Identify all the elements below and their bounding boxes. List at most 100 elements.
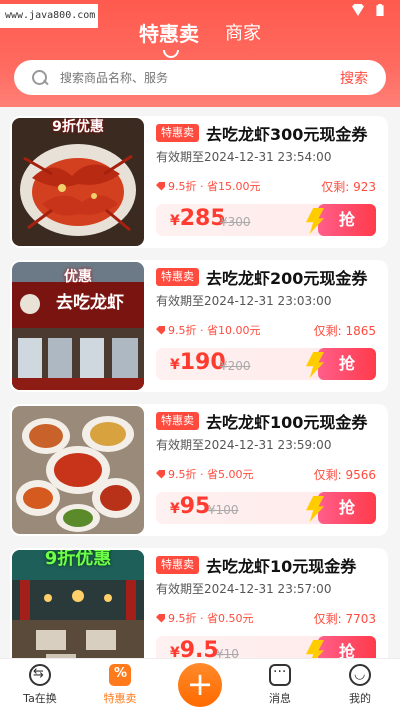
discount-text: 9.5折 · 省15.00元 — [168, 180, 261, 193]
discount-info: 9.5折 · 省15.00元 — [156, 178, 260, 194]
product-image — [12, 406, 144, 534]
current-price: ¥285 — [170, 206, 226, 231]
grab-button[interactable]: 抢 — [306, 348, 376, 380]
discount-info: 9.5折 · 省5.00元 — [156, 466, 253, 482]
grab-label: 抢 — [338, 642, 355, 658]
lightning-icon — [306, 496, 324, 522]
product-card[interactable]: 9折优惠 特惠卖 去吃龙虾10元现金券 有效期至2024-12-31 23:57… — [10, 548, 388, 658]
discount-info: 9.5折 · 省10.00元 — [156, 322, 260, 338]
original-price: ¥100 — [208, 503, 239, 517]
original-price: ¥300 — [220, 215, 251, 229]
product-card[interactable]: 优惠 去吃龙虾 特惠卖 去吃龙虾200元现金券 有效期至2024-12-31 2… — [10, 260, 388, 392]
tag-icon — [156, 181, 165, 191]
store-sign: 去吃龙虾 — [56, 293, 124, 313]
discount-text: 9.5折 · 省5.00元 — [168, 468, 254, 481]
lightning-icon — [306, 208, 324, 234]
price-value: 285 — [179, 206, 226, 231]
search-bar: 搜索 — [14, 60, 386, 95]
header: www.java800.com 特惠卖 商家 搜索 — [0, 0, 400, 107]
tabbar-label: Ta在换 — [23, 692, 57, 705]
price-bar: ¥9.5 ¥10 抢 — [156, 636, 376, 658]
thumb-caption: 优惠 — [64, 269, 92, 285]
discount-text: 9.5折 · 省10.00元 — [168, 324, 261, 337]
grab-button[interactable]: 抢 — [306, 636, 376, 658]
grab-label: 抢 — [338, 498, 355, 517]
price-bar: ¥285 ¥300 抢 — [156, 204, 376, 236]
stock-info: 仅剩: 1865 — [314, 322, 376, 339]
wifi-icon — [352, 4, 364, 16]
price-value: 9.5 — [179, 638, 219, 658]
message-icon — [269, 664, 291, 686]
stock-label: 仅剩: — [321, 180, 350, 194]
discount-text: 9.5折 · 省0.50元 — [168, 612, 254, 625]
tag-icon — [156, 325, 165, 335]
product-title: 去吃龙虾10元现金券 — [206, 557, 357, 576]
tabbar-label: 特惠卖 — [103, 692, 137, 705]
stock-count: 1865 — [345, 324, 376, 338]
stock-label: 仅剩: — [313, 468, 342, 482]
top-tabs: 特惠卖 商家 — [0, 20, 400, 58]
product-card[interactable]: 特惠卖 去吃龙虾100元现金券 有效期至2024-12-31 23:59:00 … — [10, 404, 388, 536]
product-card[interactable]: 9折优惠 特惠卖 去吃龙虾300元现金券 有效期至2024-12-31 23:5… — [10, 116, 388, 248]
bottom-tabbar: Ta在换 特惠卖 + 消息 我的 — [0, 658, 400, 712]
sale-badge: 特惠卖 — [156, 124, 199, 142]
tabbar-item-publish[interactable]: + — [160, 659, 240, 712]
product-title: 去吃龙虾200元现金券 — [206, 269, 368, 288]
grab-button[interactable]: 抢 — [306, 204, 376, 236]
stock-count: 7703 — [345, 612, 376, 626]
stock-count: 9566 — [345, 468, 376, 482]
original-price: ¥10 — [216, 647, 239, 658]
stock-label: 仅剩: — [313, 612, 342, 626]
currency-symbol: ¥ — [170, 213, 180, 229]
validity-date: 有效期至2024-12-31 23:57:00 — [156, 582, 332, 596]
status-bar — [352, 4, 386, 16]
stock-info: 仅剩: 923 — [321, 178, 376, 195]
price-bar: ¥95 ¥100 抢 — [156, 492, 376, 524]
tag-icon — [156, 469, 165, 479]
stock-info: 仅剩: 7703 — [314, 610, 376, 627]
tabbar-item-swap[interactable]: Ta在换 — [0, 659, 80, 712]
swap-icon — [29, 664, 51, 686]
grab-label: 抢 — [338, 354, 355, 373]
validity-date: 有效期至2024-12-31 23:03:00 — [156, 294, 332, 308]
validity-date: 有效期至2024-12-31 23:59:00 — [156, 438, 332, 452]
current-price: ¥190 — [170, 350, 226, 375]
current-price: ¥9.5 — [170, 638, 219, 658]
price-bar: ¥190 ¥200 抢 — [156, 348, 376, 380]
lightning-icon — [306, 640, 324, 658]
tab-special-sale[interactable]: 特惠卖 — [139, 20, 199, 58]
tag-icon — [156, 613, 165, 623]
currency-symbol: ¥ — [170, 645, 180, 658]
plus-icon[interactable]: + — [178, 663, 222, 707]
tabbar-item-profile[interactable]: 我的 — [320, 659, 400, 712]
currency-symbol: ¥ — [170, 357, 180, 373]
search-button[interactable]: 搜索 — [340, 68, 368, 88]
sale-badge: 特惠卖 — [156, 268, 199, 286]
product-title: 去吃龙虾300元现金券 — [206, 125, 368, 144]
search-input[interactable] — [60, 70, 340, 85]
grab-label: 抢 — [338, 210, 355, 229]
battery-icon — [376, 4, 384, 16]
product-list: 9折优惠 特惠卖 去吃龙虾300元现金券 有效期至2024-12-31 23:5… — [0, 107, 400, 658]
price-value: 190 — [179, 350, 226, 375]
currency-symbol: ¥ — [170, 501, 180, 517]
tabbar-label: 消息 — [269, 692, 291, 705]
sale-badge: 特惠卖 — [156, 412, 199, 430]
thumb-caption: 9折优惠 — [44, 550, 112, 569]
tab-merchants[interactable]: 商家 — [225, 20, 261, 48]
product-image: 9折优惠 — [12, 118, 144, 246]
product-image: 优惠 去吃龙虾 — [12, 262, 144, 390]
sale-badge: 特惠卖 — [156, 556, 199, 574]
thumb-caption: 9折优惠 — [52, 119, 104, 135]
validity-date: 有效期至2024-12-31 23:54:00 — [156, 150, 332, 164]
lightning-icon — [306, 352, 324, 378]
discount-info: 9.5折 · 省0.50元 — [156, 610, 253, 626]
product-image: 9折优惠 — [12, 550, 144, 658]
grab-button[interactable]: 抢 — [306, 492, 376, 524]
tabbar-label: 我的 — [349, 692, 371, 705]
stock-count: 923 — [353, 180, 376, 194]
tabbar-item-special-sale[interactable]: 特惠卖 — [80, 659, 160, 712]
product-title: 去吃龙虾100元现金券 — [206, 413, 368, 432]
current-price: ¥95 — [170, 494, 210, 519]
tabbar-item-messages[interactable]: 消息 — [240, 659, 320, 712]
